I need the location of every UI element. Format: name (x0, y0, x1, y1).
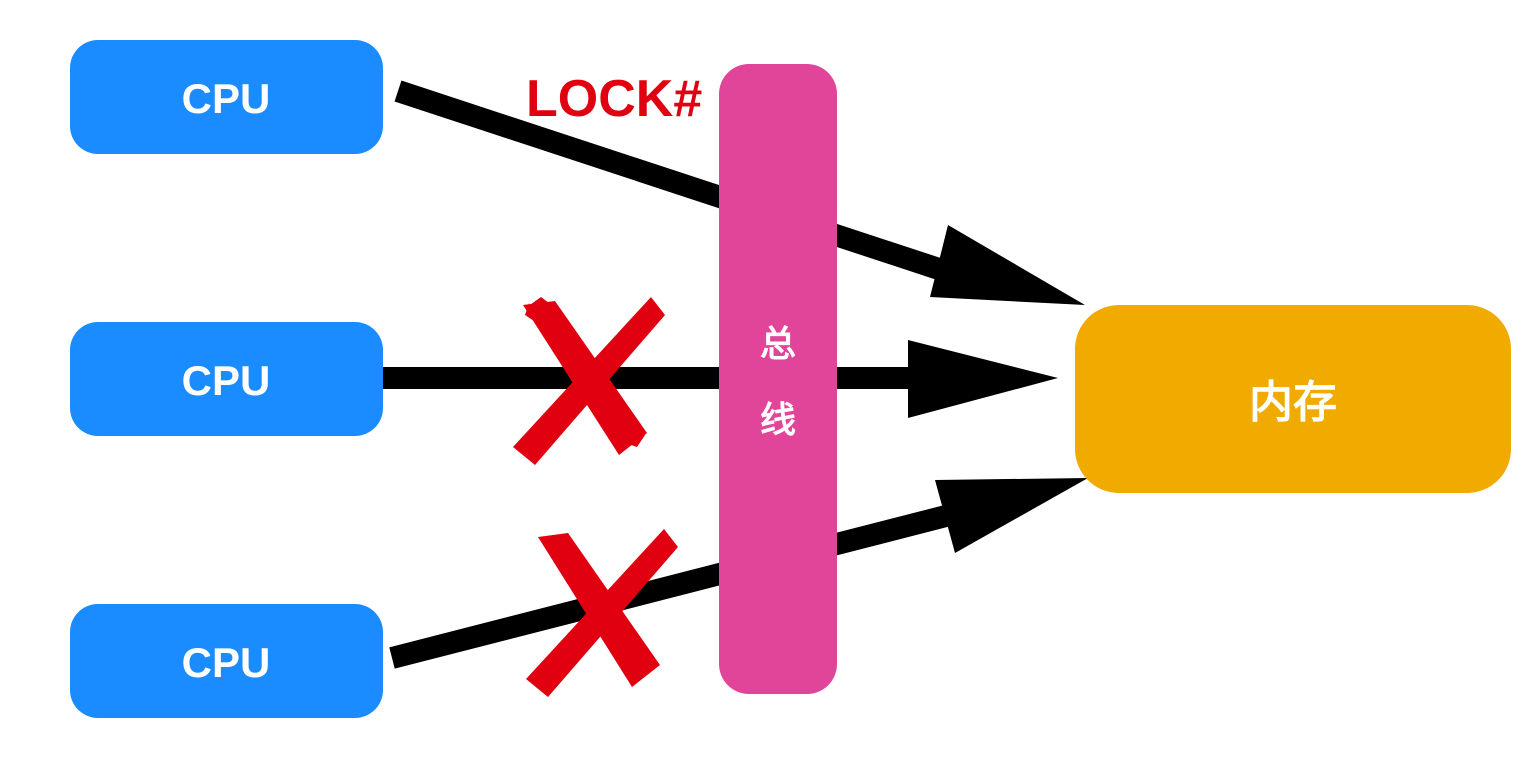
bus-label-line2: 线 (760, 400, 796, 441)
lock-signal-label: LOCK# (526, 70, 702, 128)
arrow-icon (935, 478, 1088, 553)
arrow-icon (930, 225, 1085, 305)
cpu-node-1: CPU (70, 40, 383, 154)
memory-node: 内存 (1075, 305, 1511, 493)
cpu-label: CPU (182, 357, 271, 404)
bus: 总 线 (719, 64, 837, 694)
memory-label: 内存 (1249, 378, 1337, 427)
diagram-canvas: 总 线 LOCK# CPU CPU CPU 内存 (0, 0, 1538, 758)
arrow-icon (908, 340, 1058, 418)
cpu-label: CPU (182, 639, 271, 686)
cpu-node-3: CPU (70, 604, 383, 718)
bus-lock-diagram: 总 线 LOCK# CPU CPU CPU 内存 (70, 40, 1511, 718)
bus-bar (719, 64, 837, 694)
bus-label-line1: 总 (760, 324, 796, 365)
cpu-node-2: CPU (70, 322, 383, 436)
cpu-label: CPU (182, 75, 271, 122)
